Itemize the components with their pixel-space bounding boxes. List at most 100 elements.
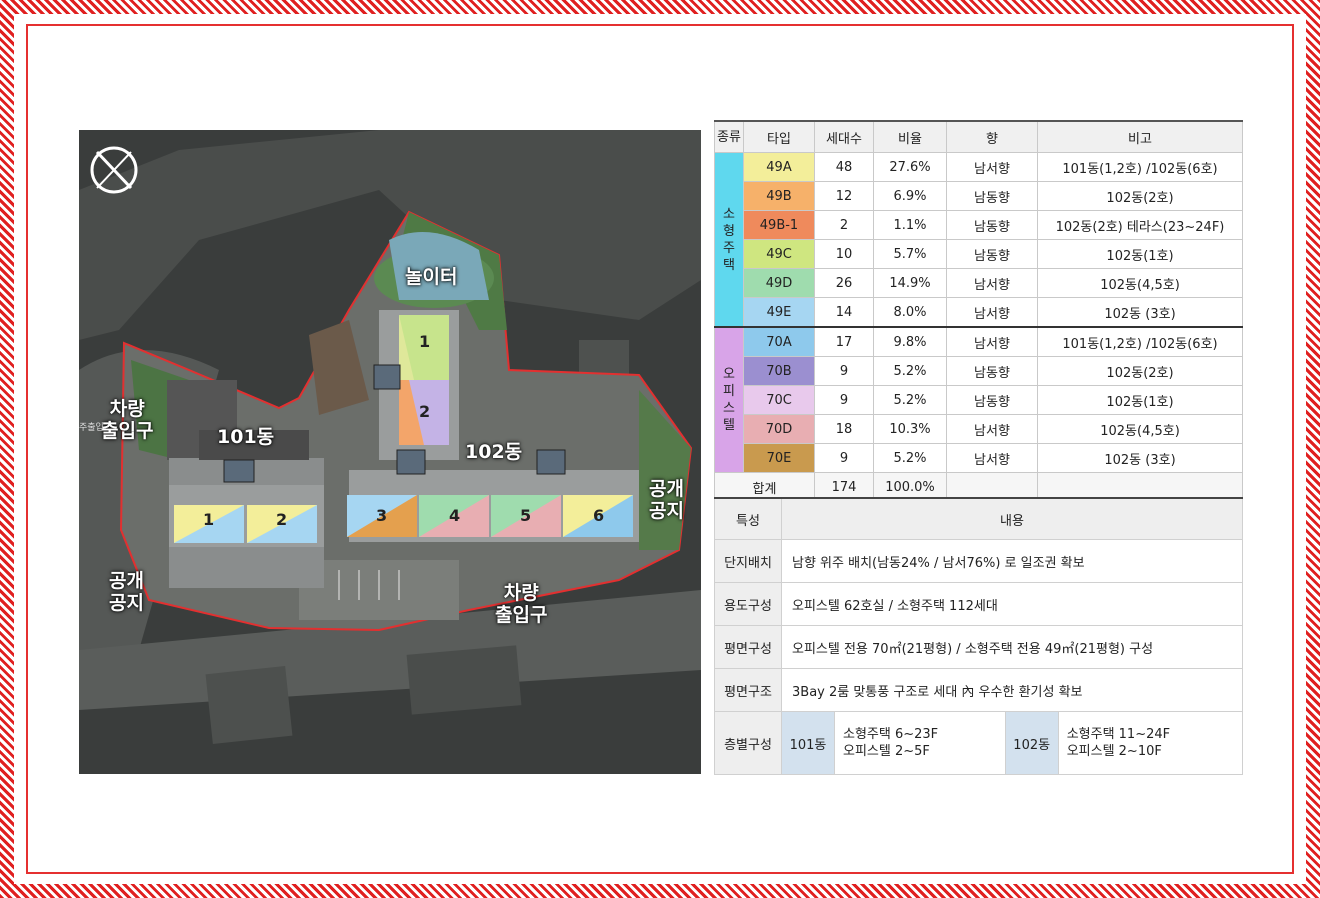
note-cell: 101동(1,2호) /102동(6호) <box>1037 326 1243 357</box>
row-key: 평면구조 <box>714 668 782 712</box>
direction-cell: 남서향 <box>946 268 1038 298</box>
building-102-cell: 102동 <box>1004 711 1059 775</box>
main-entrance-label: 주출입 <box>79 423 104 433</box>
count-cell: 26 <box>814 268 874 298</box>
row-key: 단지배치 <box>714 539 782 583</box>
row-value: 3Bay 2룸 맞통풍 구조로 세대 內 우수한 환기성 확보 <box>781 668 1243 712</box>
note-cell: 102동(4,5호) <box>1037 268 1243 298</box>
unit-102-2: 2 <box>419 402 431 421</box>
floor-line: 소형주택 11~24F <box>1066 727 1171 742</box>
unit-101-2: 2 <box>276 510 288 529</box>
direction-cell: 남동향 <box>946 385 1038 415</box>
type-cell: 49D <box>743 268 815 298</box>
table-row: 70D 18 10.3% 남서향 102동(4,5호) <box>715 414 1243 444</box>
table-row: 49B 12 6.9% 남동향 102동(2호) <box>715 181 1243 211</box>
count-cell: 2 <box>814 210 874 240</box>
unit-102-5: 5 <box>520 506 532 525</box>
table-row: 70C 9 5.2% 남동향 102동(1호) <box>715 385 1243 415</box>
type-cell: 70D <box>743 414 815 444</box>
row-key: 층별구성 <box>714 711 782 775</box>
playground-label: 놀이터 <box>405 266 458 288</box>
ratio-cell: 5.7% <box>873 239 947 269</box>
note-cell: 101동(1,2호) /102동(6호) <box>1037 152 1243 182</box>
table-row: 49D 26 14.9% 남서향 102동(4,5호) <box>715 268 1243 298</box>
direction-cell: 남동향 <box>946 181 1038 211</box>
group-officetel: 오 피 스 텔 <box>714 326 744 473</box>
type-cell: 49E <box>743 297 815 328</box>
table-header-row: 특성 내용 <box>714 497 1243 540</box>
direction-cell: 남서향 <box>946 297 1038 328</box>
table-row: 49E 14 8.0% 남서향 102동 (3호) <box>715 297 1243 328</box>
ratio-cell: 5.2% <box>873 443 947 473</box>
group-small-housing: 소 형 주 택 <box>714 152 744 328</box>
ratio-cell: 27.6% <box>873 152 947 182</box>
type-cell: 49A <box>743 152 815 182</box>
header-direction: 향 <box>946 120 1038 153</box>
ratio-cell: 8.0% <box>873 297 947 328</box>
count-cell: 18 <box>814 414 874 444</box>
ratio-cell: 5.2% <box>873 356 947 386</box>
table-row: 평면구성 오피스텔 전용 70㎡(21평형) / 소형주택 전용 49㎡(21평… <box>714 625 1243 669</box>
ratio-cell: 9.8% <box>873 326 947 357</box>
direction-cell: 남동향 <box>946 239 1038 269</box>
count-cell: 14 <box>814 297 874 328</box>
type-cell: 49C <box>743 239 815 269</box>
unit-102-6: 6 <box>593 506 605 525</box>
floor-line: 오피스텔 2~10F <box>1066 744 1162 759</box>
site-plan-drawing <box>79 130 701 774</box>
floor-row: 층별구성 101동 소형주택 6~23F 오피스텔 2~5F 102동 소형주택… <box>714 711 1244 775</box>
row-value: 오피스텔 전용 70㎡(21평형) / 소형주택 전용 49㎡(21평형) 구성 <box>781 625 1243 669</box>
building-102-floors: 소형주택 11~24F 오피스텔 2~10F <box>1057 711 1244 775</box>
building-102-label: 102동 <box>465 441 523 463</box>
row-key: 용도구성 <box>714 582 782 626</box>
open-space-right-label: 공개 공지 <box>649 478 684 522</box>
direction-cell: 남동향 <box>946 210 1038 240</box>
header-ratio: 비율 <box>873 120 947 153</box>
type-cell: 49B-1 <box>743 210 815 240</box>
building-101-label: 101동 <box>217 426 275 448</box>
table-row: 70E 9 5.2% 남서향 102동 (3호) <box>715 443 1243 473</box>
note-cell: 102동 (3호) <box>1037 443 1243 473</box>
note-cell: 102동(2호) <box>1037 356 1243 386</box>
building-101-cell: 101동 <box>781 711 835 775</box>
direction-cell: 남서향 <box>946 152 1038 182</box>
building-101-floors: 소형주택 6~23F 오피스텔 2~5F <box>834 711 1006 775</box>
direction-cell: 남서향 <box>946 414 1038 444</box>
type-cell: 70C <box>743 385 815 415</box>
row-key: 평면구성 <box>714 625 782 669</box>
header-content: 내용 <box>781 497 1243 540</box>
ratio-cell: 10.3% <box>873 414 947 444</box>
unit-102-1: 1 <box>419 332 431 351</box>
car-entrance-left-label: 차량 출입구 <box>101 398 154 442</box>
header-note: 비고 <box>1037 120 1243 153</box>
table-row: 소 형 주 택 49A 48 27.6% 남서향 101동(1,2호) /102동(6호) <box>714 152 1243 328</box>
note-cell: 102동(4,5호) <box>1037 414 1243 444</box>
table-row: 49B-1 2 1.1% 남동향 102동(2호) 테라스(23~24F) <box>715 210 1243 240</box>
feature-table: 특성 내용 단지배치 남향 위주 배치(남동24% / 남서76%) 로 일조권… <box>714 497 1244 775</box>
count-cell: 48 <box>814 152 874 182</box>
ratio-cell: 1.1% <box>873 210 947 240</box>
count-cell: 10 <box>814 239 874 269</box>
count-cell: 12 <box>814 181 874 211</box>
unit-102-3: 3 <box>376 506 388 525</box>
type-cell: 70A <box>743 326 815 357</box>
ratio-cell: 5.2% <box>873 385 947 415</box>
note-cell: 102동(1호) <box>1037 239 1243 269</box>
type-cell: 70E <box>743 443 815 473</box>
ratio-cell: 6.9% <box>873 181 947 211</box>
floor-line: 오피스텔 2~5F <box>843 744 930 759</box>
open-space-left-label: 공개 공지 <box>109 570 144 614</box>
table-row: 70B 9 5.2% 남동향 102동(2호) <box>715 356 1243 386</box>
row-value: 남향 위주 배치(남동24% / 남서76%) 로 일조권 확보 <box>781 539 1243 583</box>
count-cell: 17 <box>814 326 874 357</box>
count-cell: 9 <box>814 385 874 415</box>
direction-cell: 남서향 <box>946 326 1038 357</box>
note-cell: 102동(2호) 테라스(23~24F) <box>1037 210 1243 240</box>
type-cell: 49B <box>743 181 815 211</box>
table-row: 49C 10 5.7% 남동향 102동(1호) <box>715 239 1243 269</box>
header-count: 세대수 <box>814 120 874 153</box>
direction-cell: 남서향 <box>946 443 1038 473</box>
site-plan: 놀이터 101동 102동 차량 출입구 차량 출입구 공개 공지 공개 공지 … <box>79 130 701 774</box>
unit-102-4: 4 <box>449 506 461 525</box>
table-header-row: 종류 타입 세대수 비율 향 비고 <box>714 120 1243 153</box>
